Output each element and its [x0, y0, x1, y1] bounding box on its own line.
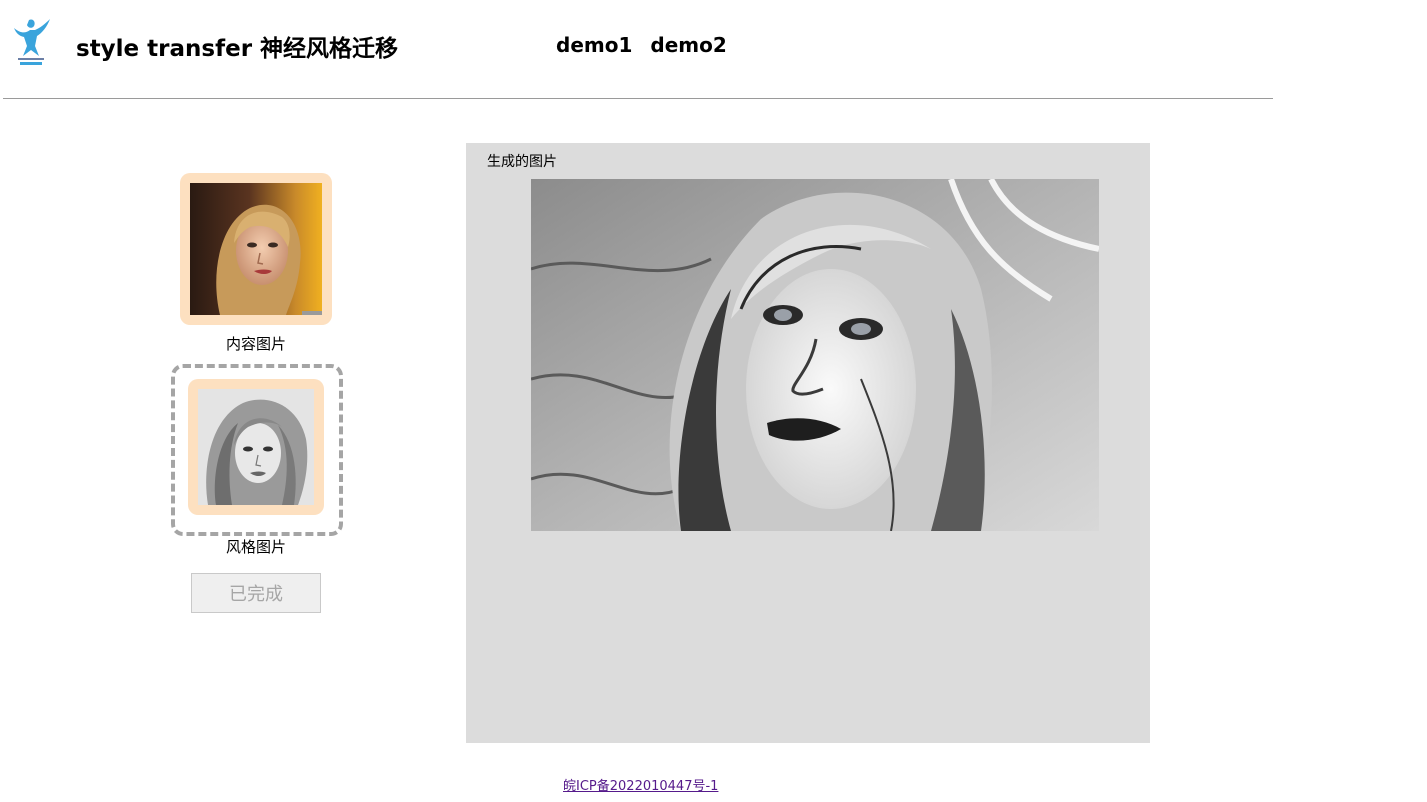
- nav-demo1-link[interactable]: demo1: [556, 33, 632, 57]
- content-image-card[interactable]: [180, 173, 332, 325]
- result-image-label: 生成的图片: [487, 154, 557, 170]
- done-button[interactable]: 已完成: [191, 573, 321, 613]
- content-image: [190, 183, 322, 315]
- site-logo[interactable]: [9, 16, 53, 68]
- generated-image: [531, 179, 1099, 531]
- header-divider: [3, 98, 1273, 99]
- content-image-label: 内容图片: [225, 335, 286, 353]
- top-nav: demo1 demo2: [556, 33, 727, 57]
- style-image-dropzone[interactable]: [171, 364, 343, 536]
- style-image-card: [188, 379, 324, 515]
- style-image: [198, 389, 314, 505]
- app-title: style transfer 神经风格迁移: [76, 36, 399, 62]
- page: style transfer 神经风格迁移 demo1 demo2 内容图片 风…: [0, 0, 1427, 802]
- style-image-label: 风格图片: [225, 538, 286, 556]
- icp-footer-link[interactable]: 皖ICP备2022010447号-1: [563, 775, 718, 794]
- nav-demo2-link[interactable]: demo2: [650, 33, 726, 57]
- result-panel: 生成的图片: [466, 143, 1150, 743]
